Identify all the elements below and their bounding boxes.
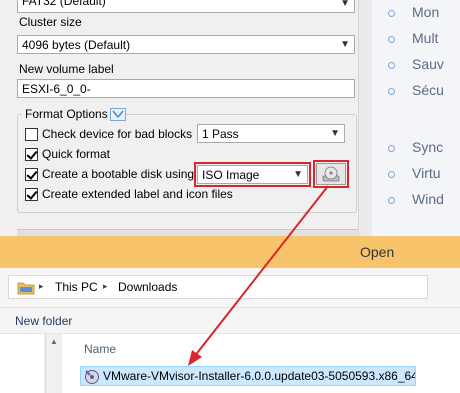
annotation-arrow — [188, 185, 329, 366]
